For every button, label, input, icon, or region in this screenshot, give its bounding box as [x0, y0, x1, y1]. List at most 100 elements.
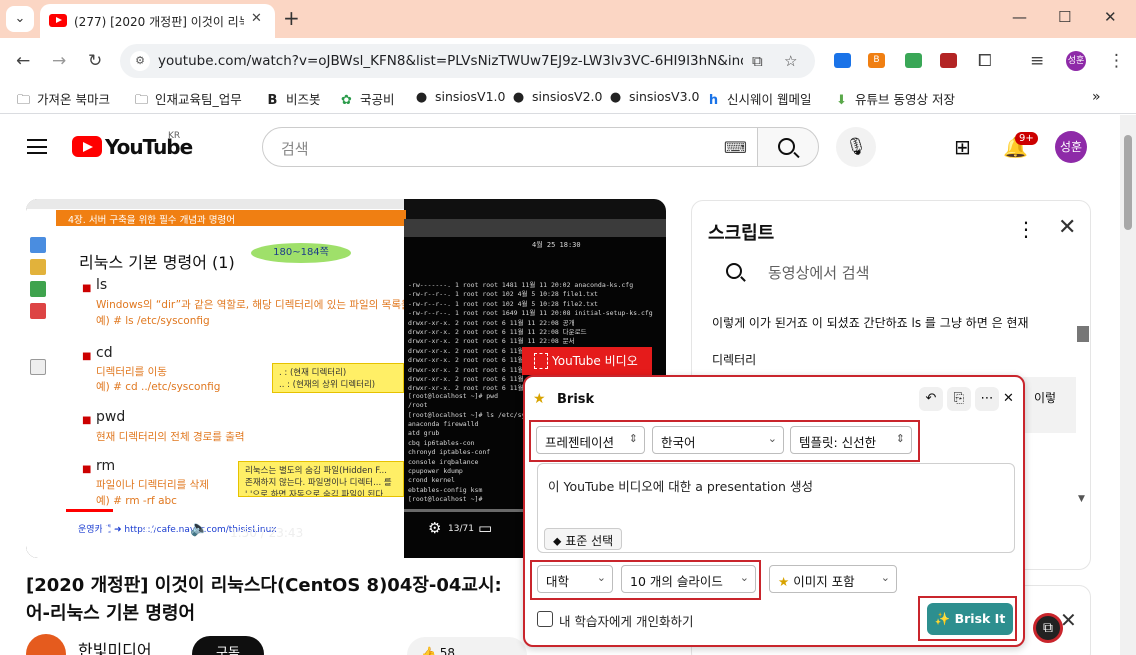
search-icon[interactable] — [726, 263, 742, 279]
undo-icon[interactable]: ↶ — [919, 387, 943, 411]
bookmark-item[interactable]: ● sinsiosV2.0 — [511, 89, 603, 105]
youtube-header: YouTube KR 검색 ⌨ 🎙 ⊞ 🔔 9+ 성훈 — [0, 115, 1120, 179]
tab-search-button[interactable]: ⌄ — [6, 6, 34, 32]
address-bar[interactable]: ⚙ youtube.com/watch?v=oJBWsl_KFN8&list=P… — [120, 44, 815, 78]
terminal-line: cbq ip6tables-con — [408, 438, 475, 447]
slide-note: . : (현재 디렉터리) .. : (현재의 상위 디렉터리) — [272, 363, 404, 393]
like-button[interactable]: 👍 58 — [407, 637, 527, 655]
subscribe-button[interactable]: 구독 — [192, 636, 264, 655]
folder-icon: 🗀 — [16, 93, 30, 108]
captions-icon[interactable]: ⎚ — [380, 519, 392, 537]
prompt-textarea[interactable]: 이 YouTube 비디오에 대한 a presentation 생성 ⬥ 표준… — [537, 463, 1015, 553]
url-text[interactable]: youtube.com/watch?v=oJBWsl_KFN8&list=PLV… — [158, 53, 743, 69]
keyboard-icon[interactable]: ⌨ — [724, 138, 747, 157]
page-scrollbar[interactable] — [1120, 115, 1136, 655]
transcript-search-input[interactable]: 동영상에서 검색 — [768, 262, 869, 283]
slide-title: 리눅스 기본 명령어 (1) — [79, 253, 235, 272]
bookmark-item[interactable]: ✿ 국공비 — [339, 89, 394, 108]
settings-gear-icon[interactable]: ⚙ — [428, 519, 441, 537]
personalize-checkbox[interactable] — [537, 611, 553, 627]
install-app-icon[interactable]: ⧉ — [752, 52, 763, 70]
slides-count-select[interactable]: 10 개의 슬라이드 ⌄ — [621, 565, 756, 593]
level-select[interactable]: 대학 ⌄ — [537, 565, 613, 593]
maximize-button[interactable]: ☐ — [1058, 8, 1071, 26]
new-tab-button[interactable]: + — [283, 6, 300, 30]
hamburger-menu-icon[interactable] — [27, 139, 47, 154]
more-options-icon[interactable]: ⋮ — [1016, 217, 1036, 241]
next-icon[interactable]: ⏭ — [144, 519, 158, 537]
bookmark-item[interactable]: 🗀 인재교육팀_업무 — [134, 89, 242, 113]
media-queue-icon[interactable]: ≡ — [1030, 51, 1044, 71]
format-select[interactable]: 프레젠테이션 ⇕ — [536, 426, 645, 454]
extension-flag-icon[interactable] — [940, 53, 957, 68]
extension-b-icon[interactable]: B — [868, 53, 885, 68]
terminal-line: chronyd iptables-conf — [408, 448, 491, 457]
terminal-clock: 4월 25 18:30 — [532, 241, 581, 249]
site-info-icon[interactable]: ⚙ — [130, 51, 150, 71]
tab-close-icon[interactable]: ✕ — [251, 11, 262, 26]
brisk-launcher-button[interactable]: ⧉ — [1033, 613, 1063, 643]
forward-icon[interactable]: → — [52, 51, 66, 71]
close-icon[interactable]: ✕ — [1060, 608, 1077, 632]
transcript-line[interactable]: 이렇 — [1034, 389, 1056, 406]
menu-kebab-icon[interactable]: ⋮ — [1108, 51, 1125, 71]
channel-name[interactable]: 한빛미디어 — [78, 637, 152, 655]
updown-icon: ⇕ — [628, 432, 638, 445]
more-icon[interactable]: ⋯ — [975, 387, 999, 411]
create-video-icon[interactable]: ⊞ — [954, 135, 971, 159]
country-code: KR — [168, 131, 181, 141]
video-slide: 4장. 서버 구축을 위한 필수 개념과 명령어 리눅스 기본 명령어 (1) … — [26, 199, 411, 558]
language-select[interactable]: 한국어 ⌄ — [652, 426, 784, 454]
bookmark-item[interactable]: B 비즈봇 — [265, 89, 321, 108]
transcript-line[interactable]: 디렉터리 — [712, 351, 756, 368]
scrollbar-thumb[interactable] — [1124, 135, 1132, 230]
transcript-scroll-thumb[interactable] — [1077, 326, 1089, 342]
channel-avatar[interactable] — [26, 634, 66, 655]
close-icon[interactable]: ✕ — [1003, 391, 1014, 406]
download-icon: ⬇ — [836, 93, 847, 108]
bookmark-item[interactable]: 🗀 가져온 북마크 — [16, 89, 110, 113]
minimize-button[interactable]: — — [1012, 8, 1027, 26]
scroll-down-icon[interactable]: ▼ — [1078, 494, 1085, 504]
bookmark-item[interactable]: ● sinsiosV3.0 — [608, 89, 700, 105]
close-icon[interactable]: ✕ — [1058, 215, 1076, 240]
profile-avatar[interactable]: 성훈 — [1066, 51, 1086, 71]
transcript-title: 스크립트 — [708, 223, 775, 244]
transcript-line[interactable]: 이렇게 이가 된거죠 이 되셨죠 간단하죠 ls 를 그냥 하면 은 현재 — [712, 314, 1029, 331]
terminal-titlebar — [404, 219, 666, 237]
extension-shield-icon[interactable] — [834, 53, 851, 68]
previous-icon[interactable]: ⏮ — [58, 519, 72, 537]
images-select[interactable]: ★ 이미지 포함 ⌄ — [769, 565, 897, 593]
bookmark-item[interactable]: ● sinsiosV1.0 — [414, 89, 506, 105]
terminal-line: atd grub — [408, 429, 440, 438]
template-select[interactable]: 템플릿: 신선한 ⇕ — [790, 426, 912, 454]
search-input[interactable]: 검색 ⌨ — [262, 127, 758, 167]
play-icon[interactable]: ▶ — [102, 519, 114, 537]
command-example: 예) # rm -rf abc — [96, 495, 177, 507]
voice-search-button[interactable]: 🎙 — [836, 127, 876, 167]
user-avatar[interactable]: 성훈 — [1055, 131, 1087, 163]
bookmark-star-icon[interactable]: ☆ — [784, 52, 797, 70]
attach-icon[interactable]: ⎘ — [947, 387, 971, 411]
standard-select-button[interactable]: ⬥ 표준 선택 — [544, 528, 623, 550]
bookmarks-overflow-icon[interactable]: » — [1092, 89, 1101, 105]
reload-icon[interactable]: ↻ — [88, 51, 102, 71]
bookmark-item[interactable]: h 신시웨이 웹메일 — [706, 89, 812, 108]
back-icon[interactable]: ← — [16, 51, 30, 71]
miniplayer-icon[interactable]: ▭ — [478, 519, 492, 537]
brisk-it-button[interactable]: ✨ Brisk It — [927, 603, 1013, 635]
youtube-logo-icon[interactable] — [72, 136, 102, 157]
extension-green-icon[interactable] — [905, 53, 922, 68]
volume-icon[interactable]: 🔈 — [190, 519, 209, 537]
terminal-line: cpupower kdump — [408, 467, 463, 475]
gov-icon: ✿ — [341, 93, 352, 108]
terminal-line: [root@localhost ~]# ls /etc/sysc — [408, 410, 534, 419]
active-tab[interactable]: (277) [2020 개정판] 이것이 리눅스 ✕ — [40, 4, 275, 38]
youtube-video-badge[interactable]: YouTube 비디오 — [522, 347, 652, 375]
video-progress-played — [66, 509, 113, 512]
close-window-button[interactable]: ✕ — [1104, 8, 1117, 26]
bookmark-item[interactable]: ⬇ 유튜브 동영상 저장 — [834, 89, 955, 108]
search-button[interactable] — [757, 127, 819, 167]
chevron-down-icon: ⌄ — [767, 432, 777, 445]
extensions-puzzle-icon[interactable]: ⧠ — [978, 51, 992, 71]
